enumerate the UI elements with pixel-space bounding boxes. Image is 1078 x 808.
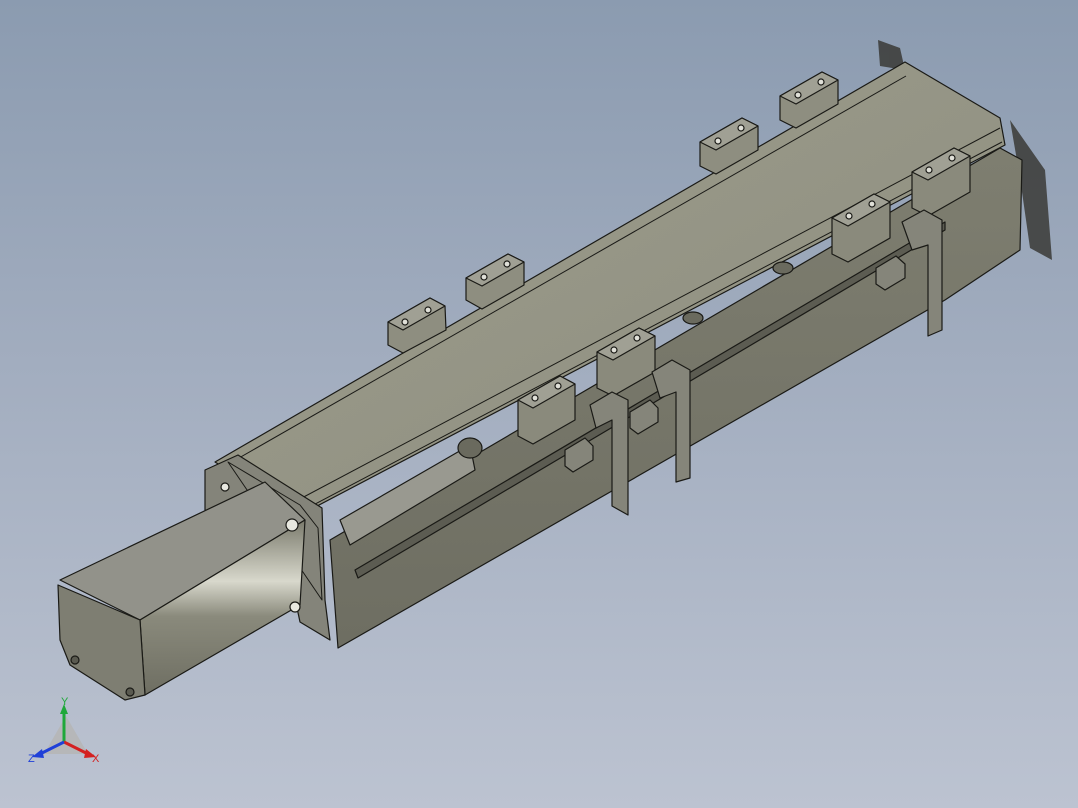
x-axis-label: X	[92, 753, 100, 765]
y-axis-label: Y	[61, 696, 69, 708]
z-axis-label: Z	[28, 753, 35, 765]
cad-viewport[interactable]: Y X Z	[0, 0, 1078, 808]
axis-triad: Y X Z	[26, 694, 106, 774]
linear-actuator-model[interactable]	[0, 0, 1078, 808]
